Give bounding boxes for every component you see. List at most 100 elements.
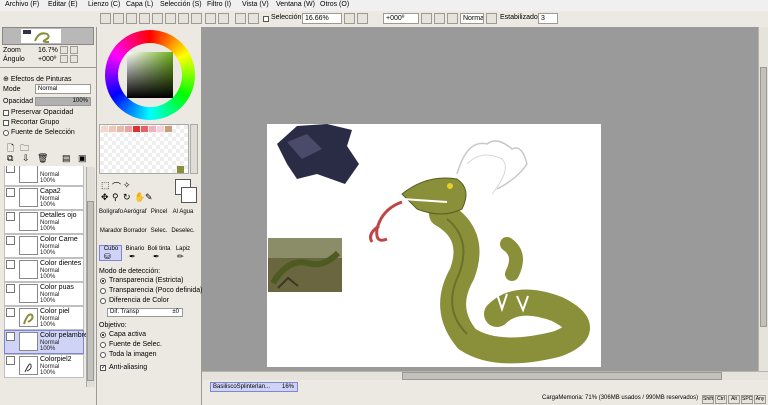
color-swatches[interactable] xyxy=(99,124,189,174)
layer-mode-select[interactable]: Normal xyxy=(35,84,91,94)
layer-item[interactable]: Capa2 Normal 100% xyxy=(4,186,84,210)
layer-item[interactable]: Color puas Normal 100% xyxy=(4,282,84,306)
tool-marador[interactable]: Marador xyxy=(99,228,123,234)
diff-transp-slider[interactable]: Dif. Transp ±0 xyxy=(107,308,183,317)
nav-zoom-in-button[interactable] xyxy=(70,46,78,54)
copy-layer-icon[interactable]: ⧉ xyxy=(7,153,13,164)
swatch[interactable] xyxy=(165,126,172,132)
swatch[interactable] xyxy=(141,126,148,132)
layer-item[interactable]: Color Carne Normal 100% xyxy=(4,234,84,258)
magic-wand-icon[interactable]: ✧ xyxy=(123,180,131,191)
eye-icon[interactable] xyxy=(6,356,15,365)
clear-layer-icon[interactable]: ▤ xyxy=(62,153,71,164)
detection-color-radio[interactable] xyxy=(100,298,106,304)
document-tab[interactable]: BasiliscoSplinterlan... 16% xyxy=(210,382,298,392)
lock-layer-icon[interactable]: ▣ xyxy=(78,153,87,164)
swatch[interactable] xyxy=(125,126,132,132)
target-selection-source-radio[interactable] xyxy=(100,342,106,348)
layer-item[interactable]: Color piel Normal 100% xyxy=(4,306,84,330)
canvas-vscroll-thumb[interactable] xyxy=(760,67,767,327)
blend-mode-field[interactable]: Normal xyxy=(460,13,484,24)
hsv-sliders-toggle-button[interactable] xyxy=(126,13,137,24)
swatch[interactable] xyxy=(149,126,156,132)
delete-layer-icon[interactable]: 🗑 xyxy=(37,153,48,164)
preserve-opacity-checkbox[interactable] xyxy=(3,110,9,116)
target-active-layer-radio[interactable] xyxy=(100,332,106,338)
flip-button[interactable] xyxy=(447,13,458,24)
saturation-value-square[interactable] xyxy=(127,52,173,98)
layer-item[interactable]: Color dientes Normal 100% xyxy=(4,258,84,282)
panel-layout-button[interactable] xyxy=(165,13,176,24)
eye-icon[interactable] xyxy=(6,188,15,197)
show-selection-button[interactable] xyxy=(235,13,246,24)
menu-ventana[interactable]: Ventana (W) xyxy=(276,1,315,8)
menu-filtro[interactable]: Filtro (I) xyxy=(207,1,231,8)
swatch-toggle-button[interactable] xyxy=(139,13,150,24)
stabilizer-mode-button[interactable] xyxy=(486,13,497,24)
deselect-button[interactable] xyxy=(205,13,216,24)
menu-lienzo[interactable]: Lienzo (C) xyxy=(88,1,120,8)
eye-icon[interactable] xyxy=(6,212,15,221)
navigator-preview[interactable] xyxy=(2,27,94,45)
selection-source-radio[interactable] xyxy=(3,130,9,136)
clip-group-checkbox[interactable] xyxy=(3,120,9,126)
canvas-hscroll-thumb[interactable] xyxy=(402,372,722,380)
invert-selection-button[interactable] xyxy=(218,13,229,24)
eye-icon[interactable] xyxy=(6,236,15,245)
paint-effects-header[interactable]: ⊕ Efectos de Pinturas xyxy=(3,75,72,83)
swatch-selected[interactable] xyxy=(177,166,184,173)
tool-selec[interactable]: Selec. xyxy=(147,228,171,234)
scratchpad-toggle-button[interactable] xyxy=(152,13,163,24)
menu-editar[interactable]: Editar (E) xyxy=(48,1,78,8)
swatch[interactable] xyxy=(101,126,108,132)
layer-item[interactable]: Colorpiel2 Normal 100% xyxy=(4,354,84,378)
undo-button[interactable] xyxy=(248,13,259,24)
tool-aerografo[interactable]: Aerógraf xyxy=(123,209,147,215)
antialias-checkbox[interactable]: ✓ xyxy=(100,365,106,371)
layer-item-selected[interactable]: Color pelambre Normal 100% xyxy=(4,330,88,354)
panel-layout-button-3[interactable] xyxy=(191,13,202,24)
swatch[interactable] xyxy=(133,126,140,132)
layer-list-scrollbar[interactable] xyxy=(86,167,95,387)
rotate-left-button[interactable] xyxy=(421,13,432,24)
zoom-field[interactable]: 16.66% xyxy=(302,13,342,24)
tool-deselec[interactable]: Deselec. xyxy=(171,228,195,234)
eye-icon[interactable] xyxy=(6,166,15,173)
opacity-slider[interactable]: 100% xyxy=(35,97,91,106)
zoom-in-button[interactable] xyxy=(357,13,368,24)
menu-otros[interactable]: Otros (O) xyxy=(320,1,349,8)
secondary-color-box[interactable] xyxy=(181,187,197,203)
canvas-vertical-scrollbar[interactable] xyxy=(758,27,768,371)
canvas-area[interactable] xyxy=(202,27,768,371)
stabilizer-field[interactable]: 3 xyxy=(538,13,558,24)
eye-icon[interactable] xyxy=(6,260,15,269)
swatch-scrollbar[interactable] xyxy=(190,124,198,174)
selection-checkbox[interactable] xyxy=(263,16,269,22)
detection-strict-radio[interactable] xyxy=(100,278,106,284)
nav-zoom-out-button[interactable] xyxy=(60,46,68,54)
eye-icon[interactable] xyxy=(6,284,15,293)
color-wheel-toggle-button[interactable] xyxy=(100,13,111,24)
tool-cubo[interactable]: Cubo xyxy=(99,246,123,252)
layer-item[interactable]: Normal 100% xyxy=(4,166,84,186)
swatch[interactable] xyxy=(109,126,116,132)
tool-borrador[interactable]: Borrador xyxy=(123,228,147,234)
swatch[interactable] xyxy=(157,126,164,132)
rect-select-icon[interactable]: ⬚ xyxy=(101,180,110,191)
eye-icon[interactable] xyxy=(6,308,15,317)
target-whole-image-radio[interactable] xyxy=(100,352,106,358)
eye-icon[interactable] xyxy=(6,332,15,341)
rotation-field[interactable]: +000º xyxy=(383,13,419,24)
panel-layout-button-2[interactable] xyxy=(178,13,189,24)
swatch[interactable] xyxy=(117,126,124,132)
color-wheel[interactable] xyxy=(105,30,195,120)
detection-loose-radio[interactable] xyxy=(100,288,106,294)
menu-seleccion[interactable]: Selección (S) xyxy=(160,1,202,8)
canvas-paper[interactable] xyxy=(267,124,601,367)
hand-tool-icon[interactable]: ✋ xyxy=(134,192,145,203)
tool-al-agua[interactable]: Al Agua xyxy=(171,209,195,215)
rotate-right-button[interactable] xyxy=(434,13,445,24)
eyedropper-icon[interactable]: ✎ xyxy=(145,192,153,203)
tool-pincel[interactable]: Pincel xyxy=(147,209,171,215)
merge-down-icon[interactable]: ⇩ xyxy=(22,153,30,164)
